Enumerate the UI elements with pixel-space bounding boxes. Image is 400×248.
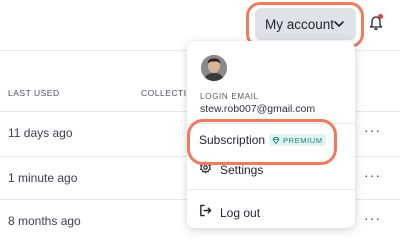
- last-used-cell: 8 months ago: [8, 214, 81, 228]
- premium-badge-label: PREMIUM: [283, 135, 323, 145]
- gem-icon: [272, 131, 280, 149]
- more-dots-icon[interactable]: ···: [364, 210, 381, 226]
- notification-dot: [378, 14, 383, 19]
- account-dropdown-menu: LOGIN EMAIL stew.rob007@gmail.com Subscr…: [187, 41, 355, 228]
- menu-divider: [187, 123, 355, 124]
- more-dots-icon[interactable]: ···: [364, 167, 381, 183]
- logout-menu-item[interactable]: Log out: [199, 204, 260, 222]
- logout-icon: [199, 204, 212, 222]
- gear-icon: [199, 161, 212, 179]
- last-used-cell: 1 minute ago: [8, 171, 78, 185]
- more-dots-icon[interactable]: ···: [364, 122, 381, 138]
- login-email-label: LOGIN EMAIL: [200, 92, 259, 101]
- avatar: [201, 55, 227, 81]
- settings-menu-item[interactable]: Settings: [199, 161, 263, 179]
- subscription-label: Subscription: [199, 133, 266, 147]
- premium-badge: PREMIUM: [269, 134, 326, 146]
- subscription-menu-item[interactable]: Subscription PREMIUM: [199, 133, 326, 147]
- settings-label: Settings: [220, 163, 264, 177]
- my-account-label: My account: [265, 16, 335, 32]
- column-header-last-used: LAST USED: [8, 88, 60, 98]
- my-account-button[interactable]: My account: [255, 8, 356, 40]
- chevron-down-icon: [333, 18, 345, 33]
- menu-divider: [187, 189, 355, 190]
- column-header-collection: COLLECTIO: [141, 88, 194, 98]
- login-email-value: stew.rob007@gmail.com: [200, 103, 316, 115]
- logout-label: Log out: [220, 206, 261, 220]
- last-used-cell: 11 days ago: [8, 126, 73, 140]
